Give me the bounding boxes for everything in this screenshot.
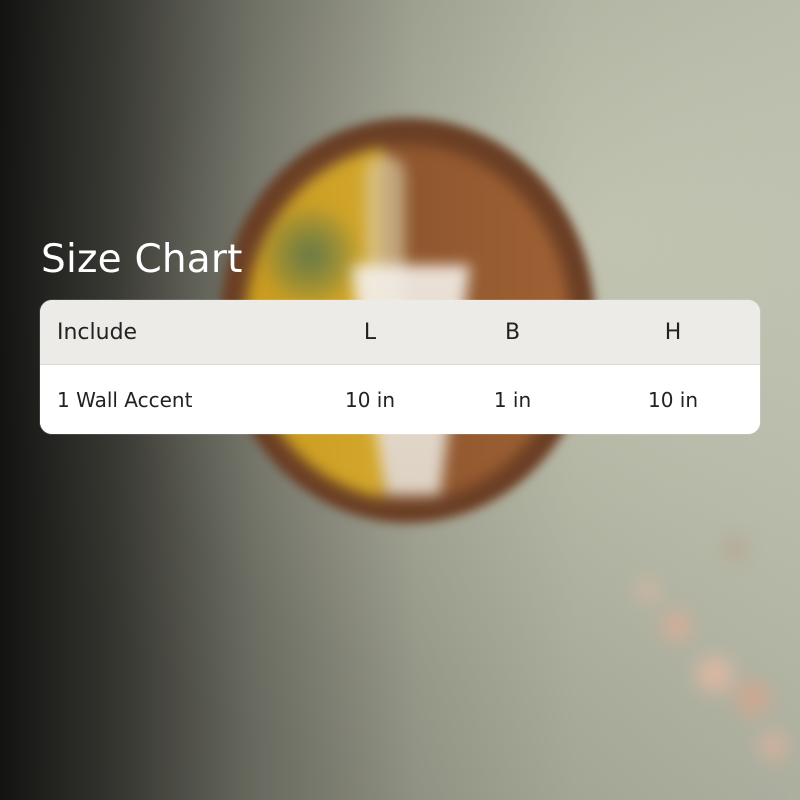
height-value: 10 in xyxy=(647,387,699,412)
header-length: L xyxy=(363,319,377,345)
table-row: 1 Wall Accent 10 in 1 in 10 in xyxy=(40,365,760,434)
header-include: Include xyxy=(57,319,138,345)
foliage-detail xyxy=(265,205,355,305)
header-breadth: B xyxy=(504,319,521,345)
table-header-row: Include L B H xyxy=(40,300,760,365)
blurred-flowers-image xyxy=(610,500,800,800)
size-chart-table: Include L B H 1 Wall Accent 10 in 1 in 1… xyxy=(40,300,760,434)
length-value: 10 in xyxy=(344,387,396,412)
breadth-value: 1 in xyxy=(493,387,532,412)
header-height: H xyxy=(664,319,682,345)
size-chart-title: Size Chart xyxy=(41,237,243,282)
include-value: 1 Wall Accent xyxy=(57,387,193,412)
